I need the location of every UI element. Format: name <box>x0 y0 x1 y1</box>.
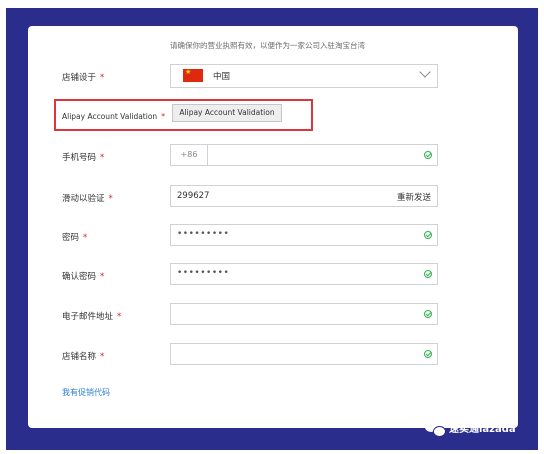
confirm-password-masked-value: ••••••••• <box>177 268 230 278</box>
password-label: 密码 * <box>62 233 88 243</box>
verification-code-input[interactable]: 299627 重新发送 <box>170 185 438 207</box>
watermark: 速卖通lazada <box>425 420 516 437</box>
business-license-notice: 请确保你的营业执照有效，以便作为一家公司入驻淘宝台湾 <box>170 41 365 50</box>
confirm-password-label: 确认密码 * <box>62 272 105 282</box>
promo-code-link[interactable]: 我有促销代码 <box>62 387 110 398</box>
check-icon <box>424 151 432 159</box>
check-icon <box>424 310 432 318</box>
phone-label: 手机号码 * <box>62 153 105 163</box>
check-icon <box>424 350 432 358</box>
store-name-label: 店铺名称 * <box>62 352 105 362</box>
alipay-validation-button[interactable]: Alipay Account Validation <box>172 104 282 122</box>
china-flag-icon <box>183 68 203 82</box>
check-icon <box>424 231 432 239</box>
confirm-password-input[interactable]: ••••••••• <box>170 263 438 285</box>
wechat-icon <box>425 421 446 437</box>
email-label: 电子邮件地址 * <box>62 312 122 322</box>
password-masked-value: ••••••••• <box>177 229 230 239</box>
chevron-down-icon <box>419 66 431 78</box>
phone-country-code[interactable]: +86 <box>171 145 208 165</box>
resend-button[interactable]: 重新发送 <box>397 191 431 203</box>
phone-input[interactable]: +86 <box>170 144 438 166</box>
alipay-validation-label: Alipay Account Validation * <box>62 112 165 121</box>
slide-verify-label: 滑动以验证 * <box>62 194 113 204</box>
selected-country: 中国 <box>213 72 231 82</box>
password-input[interactable]: ••••••••• <box>170 224 438 246</box>
email-input[interactable] <box>170 303 438 325</box>
check-icon <box>424 270 432 278</box>
store-name-input[interactable] <box>170 343 438 365</box>
store-location-label: 店铺设于 * <box>62 73 105 83</box>
store-location-select[interactable]: 中国 <box>170 64 438 88</box>
verification-code-value: 299627 <box>177 191 210 201</box>
watermark-text: 速卖通lazada <box>449 424 516 435</box>
